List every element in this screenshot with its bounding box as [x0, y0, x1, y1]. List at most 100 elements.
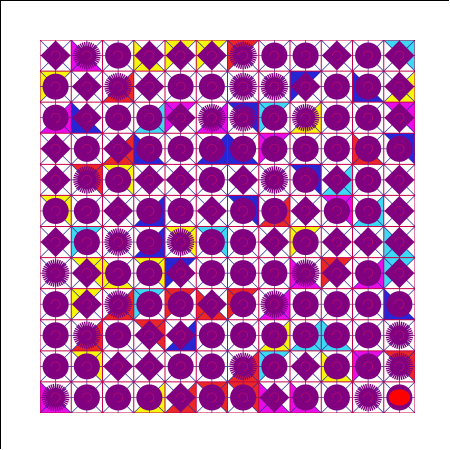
piece-circle[interactable] — [136, 135, 163, 162]
piece-circle[interactable] — [73, 135, 100, 162]
piece-circle[interactable] — [42, 73, 69, 100]
piece-circle[interactable] — [167, 135, 194, 162]
piece-circle[interactable] — [292, 228, 319, 256]
board-cell[interactable] — [227, 319, 259, 352]
piece-circle[interactable] — [198, 384, 225, 411]
piece-circle[interactable] — [136, 384, 163, 411]
board-cell[interactable] — [227, 350, 259, 383]
piece-circle[interactable] — [323, 322, 350, 349]
board-cell[interactable] — [164, 101, 197, 134]
board-cell[interactable] — [196, 381, 228, 413]
piece-circle[interactable] — [73, 353, 100, 380]
board-cell[interactable] — [227, 40, 259, 72]
board-cell[interactable] — [352, 257, 384, 289]
board-cell[interactable] — [196, 101, 228, 134]
board-cell[interactable] — [352, 319, 384, 352]
board-cell[interactable] — [71, 257, 103, 289]
piece-circle[interactable] — [198, 353, 225, 380]
board-cell[interactable] — [352, 40, 384, 72]
board-cell[interactable] — [383, 350, 415, 383]
board-cell[interactable] — [289, 257, 322, 289]
piece-circle[interactable] — [292, 322, 319, 349]
board-cell[interactable] — [133, 133, 166, 165]
board-cell[interactable] — [321, 101, 353, 134]
piece-circle[interactable] — [42, 197, 69, 225]
piece-circle[interactable] — [355, 73, 382, 100]
board-cell[interactable] — [40, 257, 72, 289]
board-cell[interactable] — [383, 195, 415, 227]
board-cell[interactable] — [383, 133, 415, 165]
piece-circle[interactable] — [198, 135, 225, 162]
board-cell[interactable] — [196, 195, 228, 227]
piece-circle[interactable] — [323, 104, 350, 131]
board-cell[interactable] — [196, 133, 228, 165]
board-cell[interactable] — [164, 257, 197, 289]
piece-circle[interactable] — [323, 135, 350, 162]
board-cell[interactable] — [102, 40, 134, 72]
board-cell[interactable] — [289, 164, 322, 196]
piece-circle[interactable] — [355, 42, 382, 69]
board-cell[interactable] — [321, 257, 353, 289]
board-cell[interactable] — [289, 381, 322, 413]
piece-circle[interactable] — [261, 353, 288, 380]
board-cell[interactable] — [352, 288, 384, 320]
piece-circle[interactable] — [105, 104, 132, 131]
board-cell[interactable] — [196, 257, 228, 289]
board-cell[interactable] — [102, 319, 134, 352]
piece-circle[interactable] — [292, 166, 319, 193]
piece-circle[interactable] — [198, 260, 225, 287]
board-cell[interactable] — [164, 381, 197, 413]
piece-circle[interactable] — [73, 384, 100, 411]
board-cell[interactable] — [133, 288, 166, 320]
piece-circle[interactable] — [42, 322, 69, 349]
piece-circle[interactable] — [292, 291, 319, 318]
board-cell[interactable] — [133, 40, 166, 72]
game-board-svg[interactable] — [40, 40, 415, 413]
board-cell[interactable] — [383, 257, 415, 289]
board-cell[interactable] — [258, 257, 291, 289]
piece-circle[interactable] — [355, 353, 382, 380]
board-cell[interactable] — [71, 350, 103, 383]
board-cell[interactable] — [71, 101, 103, 134]
board-cell[interactable] — [133, 350, 166, 383]
board-cell[interactable] — [164, 350, 197, 383]
board-cell[interactable] — [102, 195, 134, 227]
board-cell[interactable] — [102, 133, 134, 165]
board-cell[interactable] — [40, 319, 72, 352]
board-cell[interactable] — [71, 133, 103, 165]
board-cell[interactable] — [383, 319, 415, 352]
board-cell[interactable] — [321, 226, 353, 258]
board-cell[interactable] — [71, 40, 103, 72]
board-cell[interactable] — [196, 288, 228, 320]
board-cell[interactable] — [289, 40, 322, 72]
board-cell[interactable] — [102, 381, 134, 413]
board-cell[interactable] — [71, 70, 103, 103]
board-cell[interactable] — [133, 257, 166, 289]
piece-circle[interactable] — [355, 322, 382, 349]
board-cell[interactable] — [133, 101, 166, 134]
board-cell[interactable] — [196, 70, 228, 103]
board-cell[interactable] — [40, 381, 72, 413]
board-cell[interactable] — [196, 226, 228, 258]
board-cell[interactable] — [102, 101, 134, 134]
board-cell[interactable] — [321, 319, 353, 352]
board-cell[interactable] — [321, 70, 353, 103]
board-cell[interactable] — [227, 70, 259, 103]
board-cell[interactable] — [102, 164, 134, 196]
board-cell[interactable] — [196, 164, 228, 196]
piece-circle[interactable] — [230, 260, 257, 287]
piece-circle[interactable] — [136, 291, 163, 318]
board-cell[interactable] — [40, 70, 72, 103]
board-cell[interactable] — [40, 226, 72, 258]
board-cell[interactable] — [352, 226, 384, 258]
piece-circle[interactable] — [323, 353, 350, 380]
piece-circle[interactable] — [73, 197, 100, 225]
board-cell[interactable] — [133, 226, 166, 258]
board-cell[interactable] — [258, 381, 291, 413]
board-cell[interactable] — [40, 288, 72, 320]
board-cell[interactable] — [289, 288, 322, 320]
board-cell[interactable] — [164, 319, 197, 352]
piece-circle[interactable] — [386, 135, 413, 162]
board-cell[interactable] — [321, 195, 353, 227]
board-cell[interactable] — [321, 350, 353, 383]
